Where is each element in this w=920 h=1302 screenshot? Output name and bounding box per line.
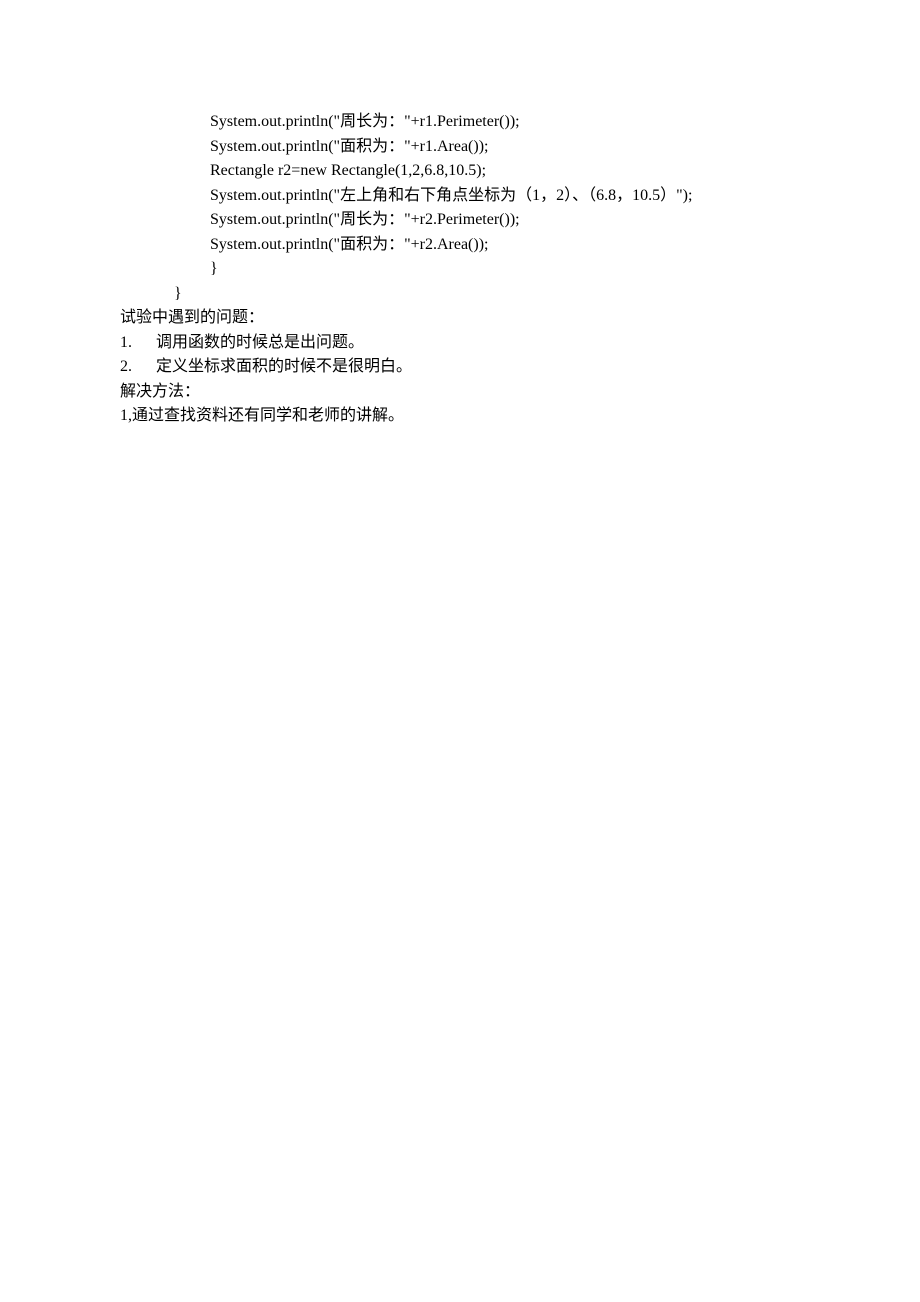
list-text: 调用函数的时候总是出问题。 xyxy=(156,334,364,351)
code-brace-close: } xyxy=(120,257,800,282)
code-line: Rectangle r2=new Rectangle(1,2,6.8,10.5)… xyxy=(120,159,800,184)
code-line: System.out.println("周长为："+r1.Perimeter()… xyxy=(120,110,800,135)
document-page: System.out.println("周长为："+r1.Perimeter()… xyxy=(0,0,920,429)
code-line: System.out.println("面积为："+r2.Area()); xyxy=(120,233,800,258)
list-number: 1. xyxy=(120,331,156,356)
problem-item: 2.定义坐标求面积的时候不是很明白。 xyxy=(120,355,800,380)
list-text: 定义坐标求面积的时候不是很明白。 xyxy=(156,358,412,375)
code-line: System.out.println("面积为："+r1.Area()); xyxy=(120,135,800,160)
code-line: System.out.println("周长为："+r2.Perimeter()… xyxy=(120,208,800,233)
list-number: 2. xyxy=(120,355,156,380)
code-line: System.out.println("左上角和右下角点坐标为（1，2）、（6.… xyxy=(120,184,800,209)
solution-item: 1,通过查找资料还有同学和老师的讲解。 xyxy=(120,404,800,429)
code-brace-close: } xyxy=(120,282,800,307)
section-heading-solutions: 解决方法： xyxy=(120,380,800,405)
problem-item: 1.调用函数的时候总是出问题。 xyxy=(120,331,800,356)
section-heading-problems: 试验中遇到的问题： xyxy=(120,306,800,331)
